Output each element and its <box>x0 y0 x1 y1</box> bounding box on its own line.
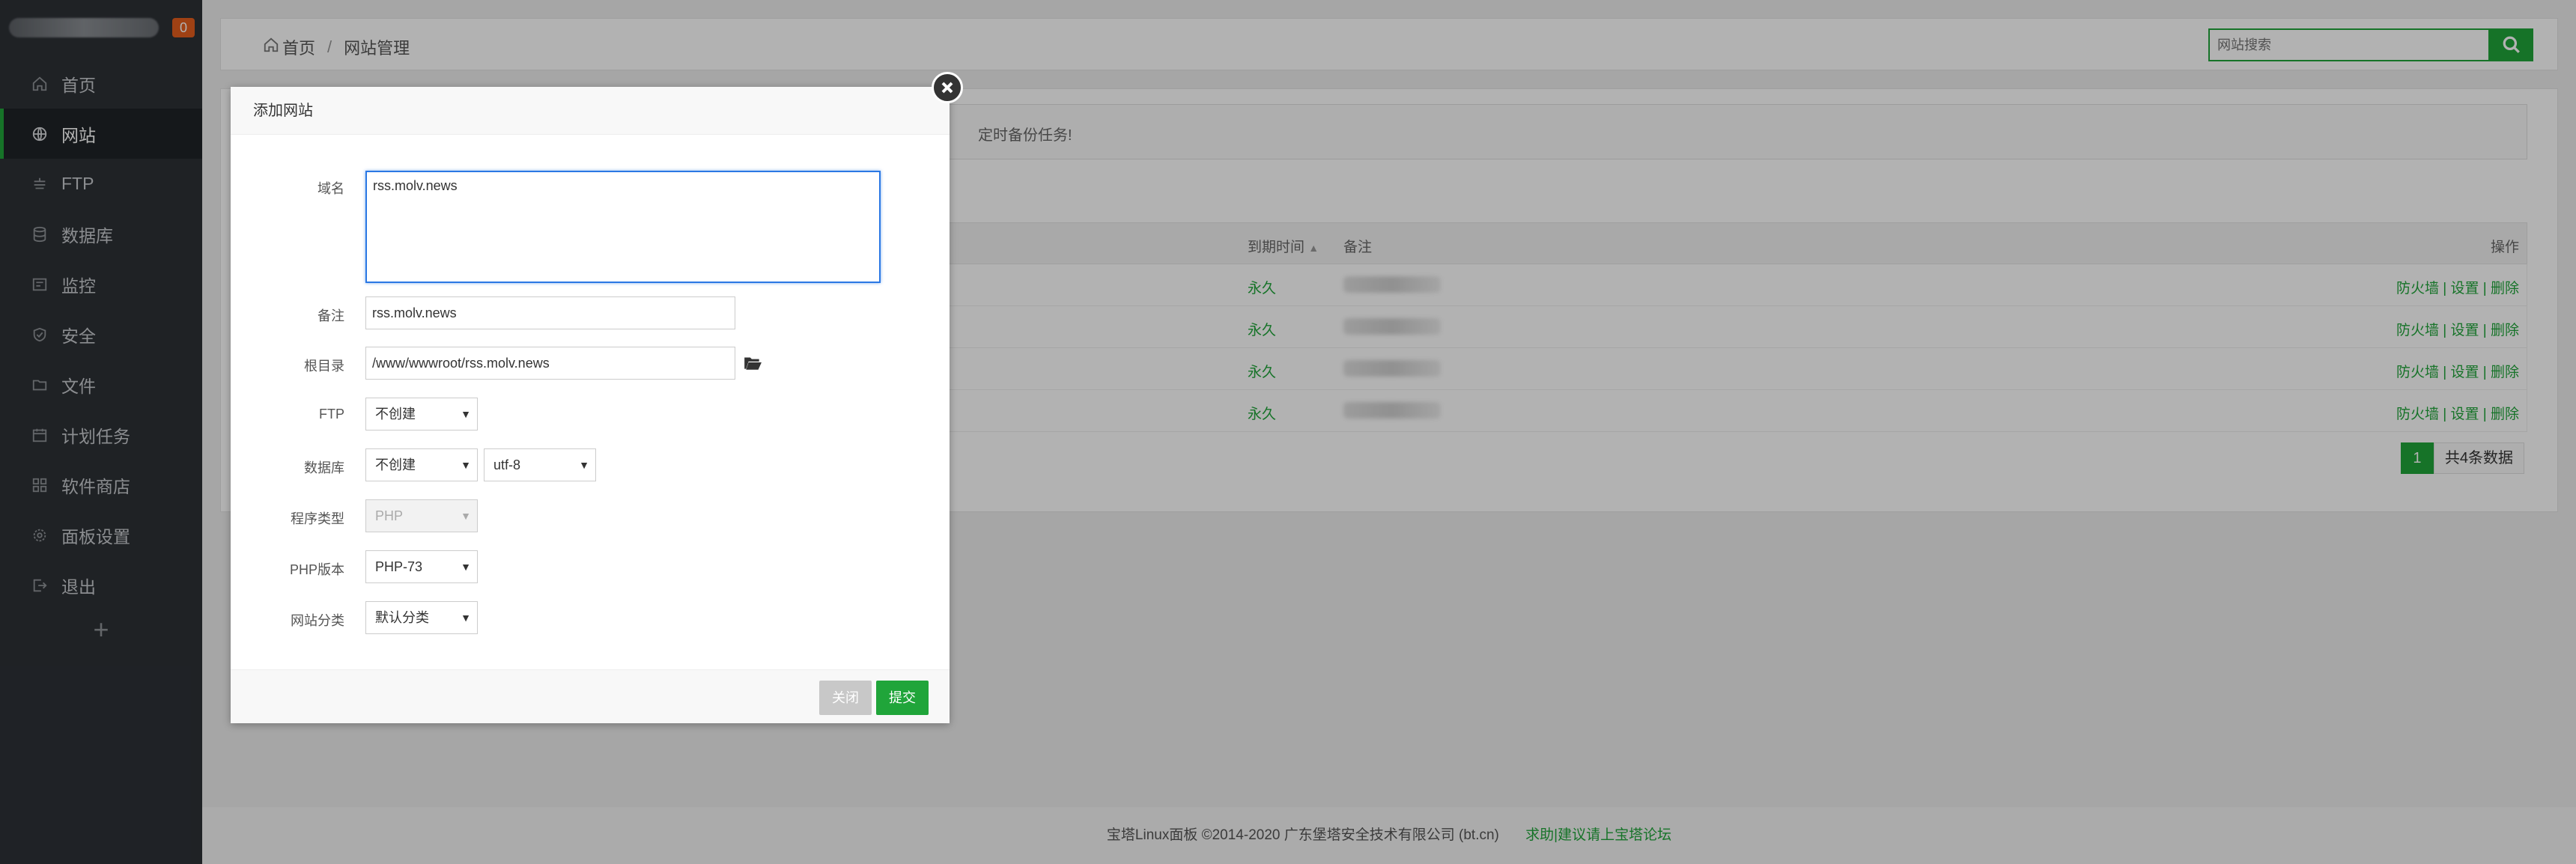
root-path-input[interactable]: /www/wwwroot/rss.molv.news <box>365 347 735 380</box>
domain-label: 域名 <box>318 181 344 196</box>
chevron-down-icon: ▼ <box>579 459 589 471</box>
ftp-label: FTP <box>319 407 344 422</box>
chevron-down-icon: ▼ <box>461 459 471 471</box>
root-label: 根目录 <box>304 359 344 374</box>
ftp-select[interactable]: 不创建 ▼ <box>365 398 478 431</box>
chevron-down-icon: ▼ <box>461 510 471 522</box>
category-select-value: 默认分类 <box>375 610 429 625</box>
open-folder-icon[interactable] <box>743 353 762 372</box>
chevron-down-icon: ▼ <box>461 408 471 420</box>
program-type-select: PHP ▼ <box>365 499 478 532</box>
db-select-value: 不创建 <box>375 457 416 472</box>
dialog-title: 添加网站 <box>231 87 950 135</box>
db-label: 数据库 <box>304 460 344 475</box>
close-button[interactable]: 关闭 <box>819 681 872 715</box>
note-label: 备注 <box>318 308 344 323</box>
db-select[interactable]: 不创建 ▼ <box>365 448 478 481</box>
ftp-select-value: 不创建 <box>375 407 416 422</box>
php-version-select[interactable]: PHP-73 ▼ <box>365 550 478 583</box>
domain-textarea[interactable]: rss.molv.news <box>365 171 881 283</box>
dialog-close-icon[interactable] <box>932 72 963 103</box>
db-charset-value: utf-8 <box>493 457 521 472</box>
dialog-footer: 关闭 提交 <box>231 669 950 723</box>
submit-button[interactable]: 提交 <box>876 681 929 715</box>
type-select-value: PHP <box>375 508 404 523</box>
php-select-value: PHP-73 <box>375 559 423 574</box>
note-input[interactable]: rss.molv.news <box>365 296 735 329</box>
php-label: PHP版本 <box>289 562 344 577</box>
chevron-down-icon: ▼ <box>461 612 471 624</box>
type-label: 程序类型 <box>291 511 344 526</box>
db-charset-select[interactable]: utf-8 ▼ <box>484 448 596 481</box>
chevron-down-icon: ▼ <box>461 561 471 573</box>
category-label: 网站分类 <box>291 613 344 628</box>
category-select[interactable]: 默认分类 ▼ <box>365 601 478 634</box>
add-site-dialog: 添加网站 域名 rss.molv.news 备注 rss.molv.news 根… <box>231 87 950 723</box>
